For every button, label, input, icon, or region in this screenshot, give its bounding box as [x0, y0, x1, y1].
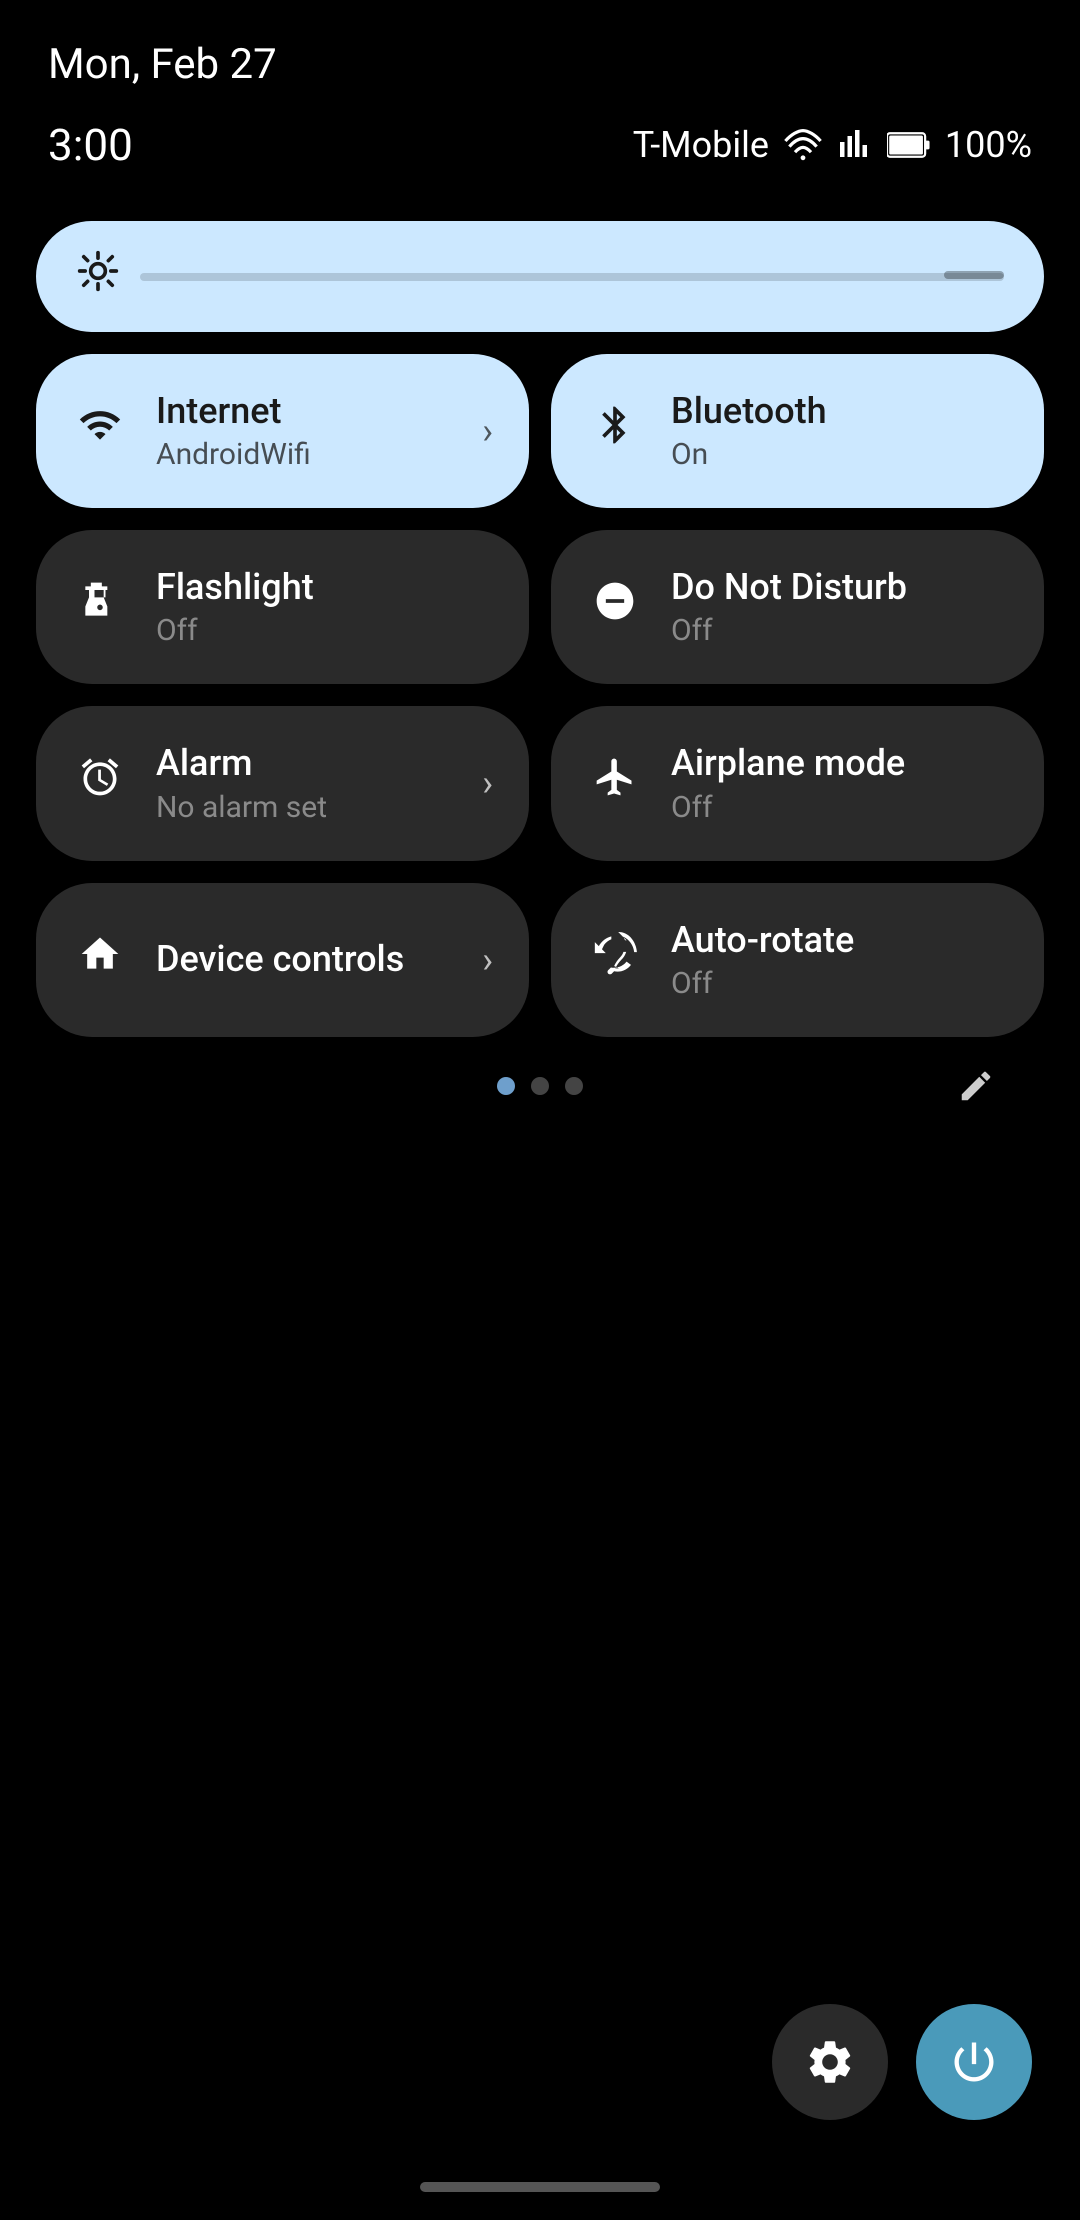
tile-label-auto-rotate: Auto-rotate: [671, 919, 1008, 962]
quick-tiles-grid: Internet AndroidWifi › Bluetooth On Flas…: [36, 354, 1044, 1037]
airplane-icon: [587, 755, 643, 811]
rotate-icon: [587, 932, 643, 988]
power-button[interactable]: [916, 2004, 1032, 2120]
battery-icon: [887, 131, 931, 159]
home-icon: [72, 932, 128, 988]
brightness-icon: [76, 249, 120, 304]
tile-label-airplane: Airplane mode: [671, 742, 1008, 785]
tile-internet[interactable]: Internet AndroidWifi ›: [36, 354, 529, 508]
brightness-slider[interactable]: [140, 273, 1004, 281]
page-dot-2: [531, 1077, 549, 1095]
tile-label-device-controls: Device controls: [156, 938, 454, 981]
tile-sublabel-flashlight: Off: [156, 613, 493, 648]
wifi-icon: [72, 403, 128, 459]
tile-label-bluetooth: Bluetooth: [671, 390, 1008, 433]
wifi-status-icon: [783, 129, 823, 161]
brightness-control[interactable]: [36, 221, 1044, 332]
edit-button[interactable]: [944, 1054, 1008, 1118]
tile-airplane[interactable]: Airplane mode Off: [551, 706, 1044, 860]
tile-label-dnd: Do Not Disturb: [671, 566, 1008, 609]
status-bar: Mon, Feb 27: [0, 0, 1080, 109]
tile-sublabel-internet: AndroidWifi: [156, 437, 454, 472]
tile-dnd[interactable]: Do Not Disturb Off: [551, 530, 1044, 684]
chevron-icon-alarm: ›: [482, 762, 493, 804]
tile-label-flashlight: Flashlight: [156, 566, 493, 609]
tile-device-controls[interactable]: Device controls ›: [36, 883, 529, 1037]
signal-icon: [837, 127, 873, 163]
tile-sublabel-bluetooth: On: [671, 437, 1008, 472]
page-indicators: [36, 1077, 1044, 1095]
tile-flashlight[interactable]: Flashlight Off: [36, 530, 529, 684]
tile-sublabel-alarm: No alarm set: [156, 790, 454, 825]
status-date: Mon, Feb 27: [48, 40, 277, 89]
settings-button[interactable]: [772, 2004, 888, 2120]
page-dot-1: [497, 1077, 515, 1095]
status-time: 3:00: [48, 119, 133, 171]
status-icons-row: 3:00 T-Mobile 100%: [0, 109, 1080, 201]
chevron-icon-device-controls: ›: [482, 939, 493, 981]
tile-sublabel-dnd: Off: [671, 613, 1008, 648]
home-bar: [420, 2182, 660, 2192]
status-indicators: T-Mobile 100%: [633, 124, 1032, 166]
tile-label-alarm: Alarm: [156, 742, 454, 785]
flashlight-icon: [72, 579, 128, 635]
tile-sublabel-airplane: Off: [671, 790, 1008, 825]
battery-label: 100%: [945, 124, 1032, 166]
carrier-label: T-Mobile: [633, 124, 769, 166]
bottom-actions: [772, 2004, 1032, 2120]
tile-bluetooth[interactable]: Bluetooth On: [551, 354, 1044, 508]
quick-settings-panel: Internet AndroidWifi › Bluetooth On Flas…: [0, 201, 1080, 1095]
bluetooth-icon: [587, 403, 643, 459]
chevron-icon-internet: ›: [482, 410, 493, 452]
dnd-icon: [587, 579, 643, 635]
tile-sublabel-auto-rotate: Off: [671, 966, 1008, 1001]
tile-alarm[interactable]: Alarm No alarm set ›: [36, 706, 529, 860]
page-dot-3: [565, 1077, 583, 1095]
alarm-icon: [72, 755, 128, 811]
tile-label-internet: Internet: [156, 390, 454, 433]
tile-auto-rotate[interactable]: Auto-rotate Off: [551, 883, 1044, 1037]
